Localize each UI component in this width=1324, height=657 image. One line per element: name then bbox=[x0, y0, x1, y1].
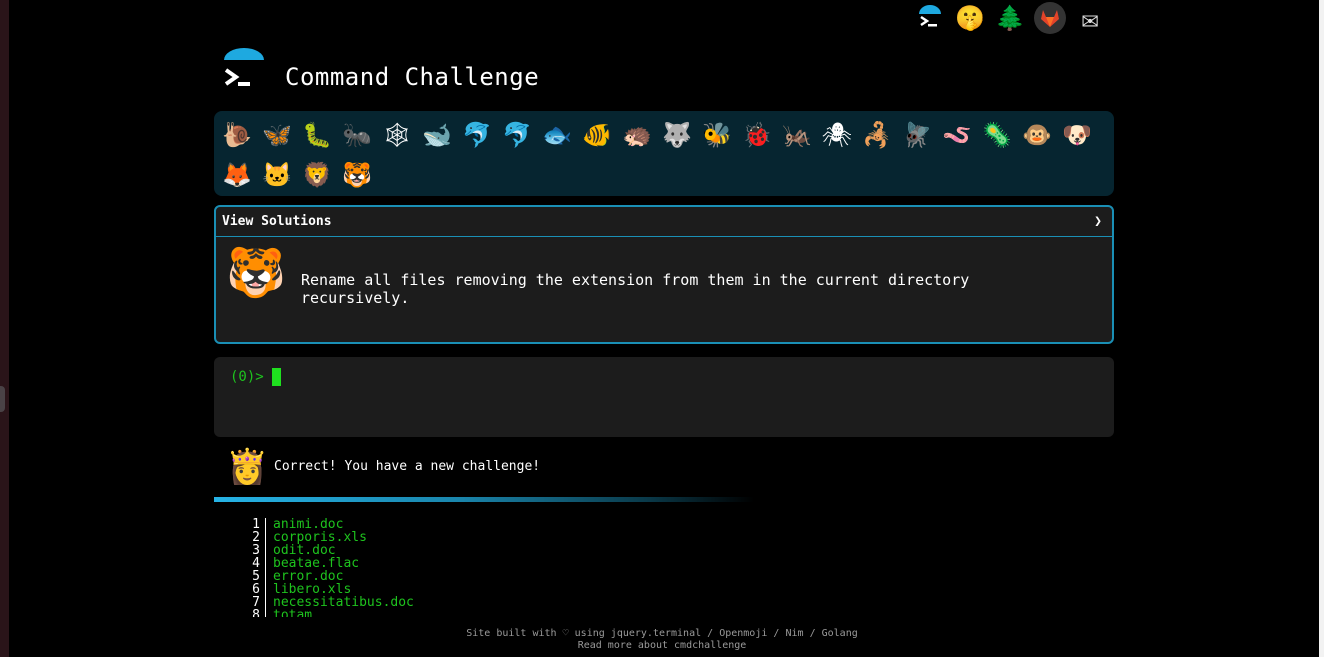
gitlab-icon[interactable] bbox=[1034, 2, 1066, 34]
challenge-emoji-icon[interactable]: 🦔 bbox=[617, 115, 657, 155]
view-solutions-label: View Solutions bbox=[222, 214, 332, 229]
line-number: 7 bbox=[230, 596, 266, 609]
challenge-emoji-icon[interactable]: 🐺 bbox=[657, 115, 697, 155]
challenge-picker-row: 🦊 🐱 🦁 🐯 bbox=[217, 155, 1114, 195]
challenge-picker: 🐌 🦋 🐛 🐜 🕸 🐋 🐬 🐬 🐟 🐠 🦔 🐺 🐝 🐞 🦗 🕷 🦂 🪰 🪱 🦠 🐵 🐶 🦊 🐱 🦁 🐯 bbox=[214, 111, 1114, 196]
line-number: 5 bbox=[230, 570, 266, 583]
challenge-emoji-icon[interactable]: 🕸 bbox=[377, 115, 417, 155]
footer-read-more-link[interactable]: Read more about cmdchallenge bbox=[0, 640, 1324, 652]
line-number: 2 bbox=[230, 531, 266, 544]
challenge-emoji-icon[interactable]: 🐜 bbox=[337, 115, 377, 155]
footer: Site built with ♡ using jquery.terminal … bbox=[0, 628, 1324, 652]
footer-prefix: Site built with bbox=[466, 628, 557, 639]
princess-icon: 👸 bbox=[226, 447, 269, 487]
heart-icon: ♡ bbox=[562, 628, 569, 639]
challenge-card: View Solutions ❯ 🐯 Rename all files remo… bbox=[214, 205, 1114, 344]
challenge-emoji-icon[interactable]: 🐶 bbox=[1057, 115, 1097, 155]
footer-using: using bbox=[574, 628, 605, 639]
challenge-emoji-icon[interactable]: 🐌 bbox=[217, 115, 257, 155]
footer-credits: Site built with ♡ using jquery.terminal … bbox=[0, 628, 1324, 640]
challenge-emoji-icon[interactable]: 🐠 bbox=[577, 115, 617, 155]
challenge-emoji-icon[interactable]: 🐋 bbox=[417, 115, 457, 155]
terminal-cursor[interactable] bbox=[272, 368, 281, 386]
footer-link-jquery-terminal[interactable]: jquery.terminal bbox=[611, 628, 701, 639]
logo[interactable] bbox=[221, 48, 267, 100]
challenge-emoji-icon[interactable]: 🦁 bbox=[297, 155, 337, 195]
line-number: 3 bbox=[230, 544, 266, 557]
challenge-emoji-icon[interactable]: 🐱 bbox=[257, 155, 297, 195]
challenge-emoji-icon[interactable]: 🪰 bbox=[897, 115, 937, 155]
view-solutions-toggle[interactable]: View Solutions ❯ bbox=[216, 207, 1112, 237]
line-number: 4 bbox=[230, 557, 266, 570]
cmdchallenge-icon[interactable] bbox=[914, 2, 946, 34]
line-number: 6 bbox=[230, 583, 266, 596]
challenge-emoji-icon[interactable]: 🐞 bbox=[737, 115, 777, 155]
challenge-emoji-icon[interactable]: 🕷 bbox=[817, 115, 857, 155]
footer-separator: / bbox=[809, 628, 816, 639]
challenge-emoji-icon[interactable]: 🐟 bbox=[537, 115, 577, 155]
footer-separator: / bbox=[707, 628, 714, 639]
file-name: totam bbox=[273, 608, 313, 617]
chevron-right-icon: ❯ bbox=[1094, 214, 1102, 229]
file-list-row: 8 totam bbox=[230, 609, 414, 617]
top-nav: 🤫 🌲 ✉ bbox=[914, 2, 1106, 35]
challenge-emoji-icon[interactable]: 🐬 bbox=[497, 115, 537, 155]
envelope-icon[interactable]: ✉ bbox=[1074, 2, 1106, 35]
line-number: 1 bbox=[230, 518, 266, 531]
footer-link-nim[interactable]: Nim bbox=[785, 628, 803, 639]
challenge-emoji-icon[interactable]: 🐝 bbox=[697, 115, 737, 155]
challenge-picker-row: 🐌 🦋 🐛 🐜 🕸 🐋 🐬 🐬 🐟 🐠 🦔 🐺 🐝 🐞 🦗 🕷 🦂 🪰 🪱 🦠 🐵 🐶 bbox=[217, 115, 1114, 155]
tree-icon[interactable]: 🌲 bbox=[994, 2, 1026, 34]
result-message: 👸 Correct! You have a new challenge! bbox=[214, 445, 1114, 489]
progress-bar bbox=[214, 497, 754, 502]
challenge-emoji-icon[interactable]: 🐯 bbox=[337, 155, 377, 195]
footer-link-golang[interactable]: Golang bbox=[822, 628, 858, 639]
footer-separator: / bbox=[773, 628, 780, 639]
challenge-emoji-icon[interactable]: 🐵 bbox=[1017, 115, 1057, 155]
terminal-prompt: (0)> bbox=[230, 369, 264, 385]
output-file-list: 1 animi.doc 2 corporis.xls 3 odit.doc 4 beatae.… bbox=[230, 518, 414, 617]
challenge-emoji-icon[interactable]: 🦋 bbox=[257, 115, 297, 155]
terminal[interactable]: (0)> bbox=[214, 357, 1114, 437]
challenge-emoji-icon[interactable]: 🦠 bbox=[977, 115, 1017, 155]
window-left-edge bbox=[0, 0, 9, 657]
challenge-description: Rename all files removing the extension … bbox=[301, 271, 970, 307]
page-title: Command Challenge bbox=[285, 63, 540, 91]
challenge-emoji-icon[interactable]: 🦗 bbox=[777, 115, 817, 155]
footer-link-openmoji[interactable]: Openmoji bbox=[719, 628, 767, 639]
line-number: 8 bbox=[230, 609, 266, 617]
edge-handle bbox=[0, 386, 5, 412]
challenge-emoji-icon[interactable]: 🦂 bbox=[857, 115, 897, 155]
challenge-emoji-icon[interactable]: 🪱 bbox=[937, 115, 977, 155]
challenge-emoji-icon[interactable]: 🐬 bbox=[457, 115, 497, 155]
challenge-emoji-icon[interactable]: 🐛 bbox=[297, 115, 337, 155]
challenge-emoji-icon[interactable]: 🦊 bbox=[217, 155, 257, 195]
window-scrollbar[interactable] bbox=[1319, 0, 1324, 657]
result-text: Correct! You have a new challenge! bbox=[274, 459, 541, 474]
tiger-face-icon: 🐯 bbox=[226, 245, 286, 301]
shushing-face-icon[interactable]: 🤫 bbox=[954, 2, 986, 34]
